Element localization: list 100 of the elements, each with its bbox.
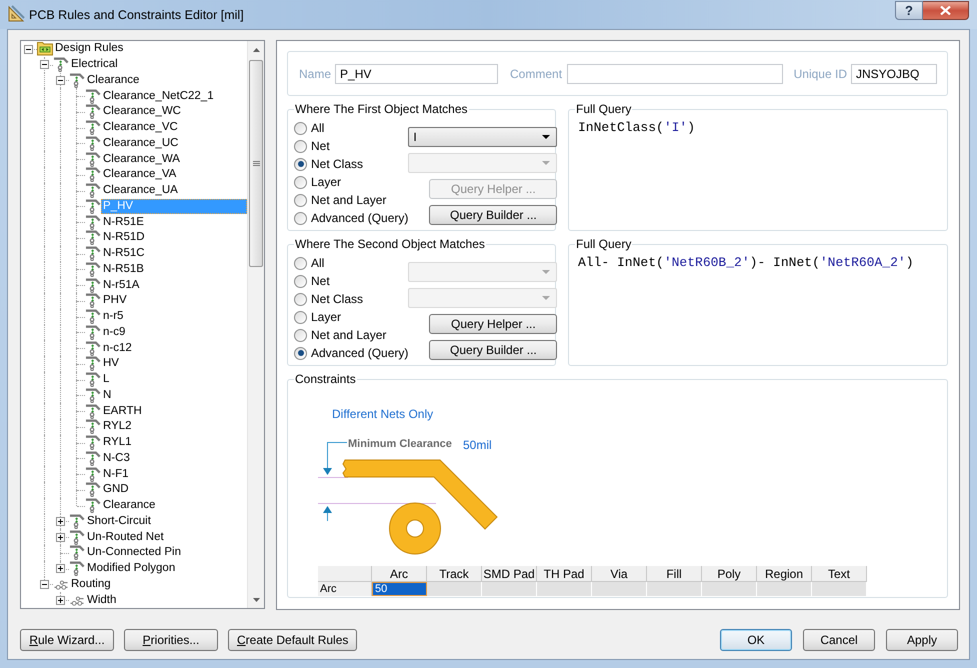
table-cell[interactable]	[592, 582, 647, 596]
minus-box-icon[interactable]	[56, 76, 65, 85]
tree-item[interactable]: Clearance_WA	[101, 151, 182, 167]
plus-box-icon[interactable]	[56, 596, 65, 605]
tree-item[interactable]: PHV	[101, 293, 129, 309]
table-corner	[318, 566, 372, 582]
tree-item[interactable]: Un-Routed Net	[85, 529, 166, 545]
tree-item[interactable]: Clearance	[85, 72, 142, 88]
tree-item[interactable]: n-r5	[101, 308, 126, 324]
copper-pad	[389, 502, 441, 554]
radio-button[interactable]	[294, 256, 307, 270]
tree-item[interactable]: Un-Connected Pin	[85, 545, 183, 561]
tree-item[interactable]: n-c9	[101, 324, 128, 340]
text-field[interactable]: JNSYOJBQ	[851, 64, 937, 84]
query-button[interactable]: Query Helper ...	[429, 314, 558, 334]
dropdown[interactable]: I	[408, 127, 558, 147]
tree-item[interactable]: EARTH	[101, 403, 144, 419]
tree-item[interactable]: RYL1	[101, 434, 134, 450]
plus-box-icon[interactable]	[56, 564, 65, 574]
radio-button[interactable]	[294, 140, 307, 152]
tree-item[interactable]: Clearance_VC	[101, 120, 180, 136]
column-header: Track	[427, 566, 482, 582]
guide-line	[318, 477, 348, 478]
table-cell[interactable]: 50	[372, 582, 427, 596]
clearance-value[interactable]: 50mil	[463, 438, 492, 453]
query-button[interactable]: Query Builder ...	[429, 340, 558, 360]
tree-item[interactable]: Clearance_VA	[101, 167, 178, 183]
tree-item[interactable]: N-R51C	[101, 246, 147, 262]
radio-button[interactable]	[294, 176, 307, 188]
tree-item[interactable]: Electrical	[69, 56, 120, 72]
grip-icon	[252, 160, 260, 166]
radio-button[interactable]	[294, 274, 307, 288]
table-cell[interactable]	[757, 582, 812, 596]
rule-icon	[85, 104, 101, 120]
dialog-button[interactable]: Create Default Rules	[228, 629, 358, 651]
tree-item[interactable]: N-R51B	[101, 262, 146, 278]
radio-button[interactable]	[294, 194, 307, 206]
scrollbar-thumb[interactable]	[249, 60, 263, 267]
plus-box-icon[interactable]	[56, 517, 65, 526]
group-title: Full Query	[575, 102, 632, 117]
group-title: Full Query	[575, 237, 632, 252]
rule-icon	[85, 482, 101, 498]
column-header: TH Pad	[537, 566, 592, 582]
close-icon	[940, 6, 951, 15]
minus-box-icon[interactable]	[40, 60, 49, 70]
window-title: PCB Rules and Constraints Editor [mil]	[29, 7, 244, 23]
radio-label: Advanced (Query)	[311, 210, 408, 227]
radio-button[interactable]	[294, 292, 307, 306]
table-cell[interactable]	[537, 582, 592, 596]
tree-item[interactable]: Routing	[69, 576, 113, 592]
table-cell[interactable]	[482, 582, 537, 596]
radio-label: Net Class	[311, 291, 364, 308]
radio-button[interactable]	[294, 346, 307, 360]
radio-button[interactable]	[294, 310, 307, 324]
radio-button[interactable]	[294, 158, 307, 170]
dialog-button[interactable]: OK	[720, 629, 792, 651]
help-button[interactable]: ?	[895, 1, 923, 20]
plus-box-icon[interactable]	[56, 532, 65, 542]
query-button[interactable]: Query Builder ...	[429, 205, 558, 225]
dialog-button[interactable]: Apply	[886, 629, 958, 651]
radio-button[interactable]	[294, 122, 307, 134]
table-cell[interactable]	[702, 582, 757, 596]
tree-item[interactable]: GND	[101, 482, 131, 498]
radio-button[interactable]	[294, 328, 307, 342]
tree-item[interactable]: N-R51E	[101, 214, 146, 230]
tree-item[interactable]: Short-Circuit	[85, 514, 153, 530]
tree-item[interactable]: Clearance	[101, 498, 158, 514]
dialog-button[interactable]: Rule Wizard...	[20, 629, 114, 651]
tree-item[interactable]: RYL2	[101, 419, 134, 435]
close-button[interactable]	[923, 1, 969, 20]
tree-item[interactable]: HV	[101, 356, 121, 372]
tree-item[interactable]: N-r51A	[101, 277, 142, 293]
query-text: All- InNet('NetR60B_2')- InNet('NetR60A_2')	[578, 255, 915, 271]
tree-item[interactable]: Width	[85, 592, 118, 608]
rule-icon	[85, 435, 101, 450]
tree-item[interactable]: N-R51D	[101, 230, 147, 246]
tree-item[interactable]: Clearance_UA	[101, 182, 180, 198]
table-cell[interactable]	[812, 582, 867, 596]
dialog-button[interactable]: Cancel	[803, 629, 875, 651]
tree-item[interactable]: Clearance_UC	[101, 136, 180, 152]
table-cell[interactable]	[647, 582, 702, 596]
radio-label: Net and Layer	[311, 327, 386, 344]
tree-item[interactable]: Clearance_NetC22_1	[101, 88, 216, 104]
text-field[interactable]: P_HV	[335, 64, 498, 84]
table-cell[interactable]	[427, 582, 482, 596]
tree-item[interactable]: N-F1	[101, 466, 131, 482]
tree-item[interactable]: Design Rules	[53, 41, 126, 57]
tree-item[interactable]: Clearance_WC	[101, 104, 183, 120]
text-field[interactable]	[567, 64, 783, 84]
tree-item[interactable]: N	[101, 388, 114, 404]
radio-button[interactable]	[294, 212, 307, 224]
column-header: Poly	[702, 566, 757, 582]
tree-item[interactable]: Modified Polygon	[85, 560, 178, 576]
tree-item[interactable]: L	[101, 372, 112, 388]
minus-box-icon[interactable]	[40, 580, 49, 589]
dialog-button[interactable]: Priorities...	[124, 629, 218, 651]
net-scope-selector[interactable]: Different Nets Only	[332, 407, 434, 421]
tree-item[interactable]: n-c12	[101, 340, 134, 356]
minus-box-icon[interactable]	[24, 44, 33, 54]
tree-item[interactable]: N-C3	[101, 450, 132, 466]
